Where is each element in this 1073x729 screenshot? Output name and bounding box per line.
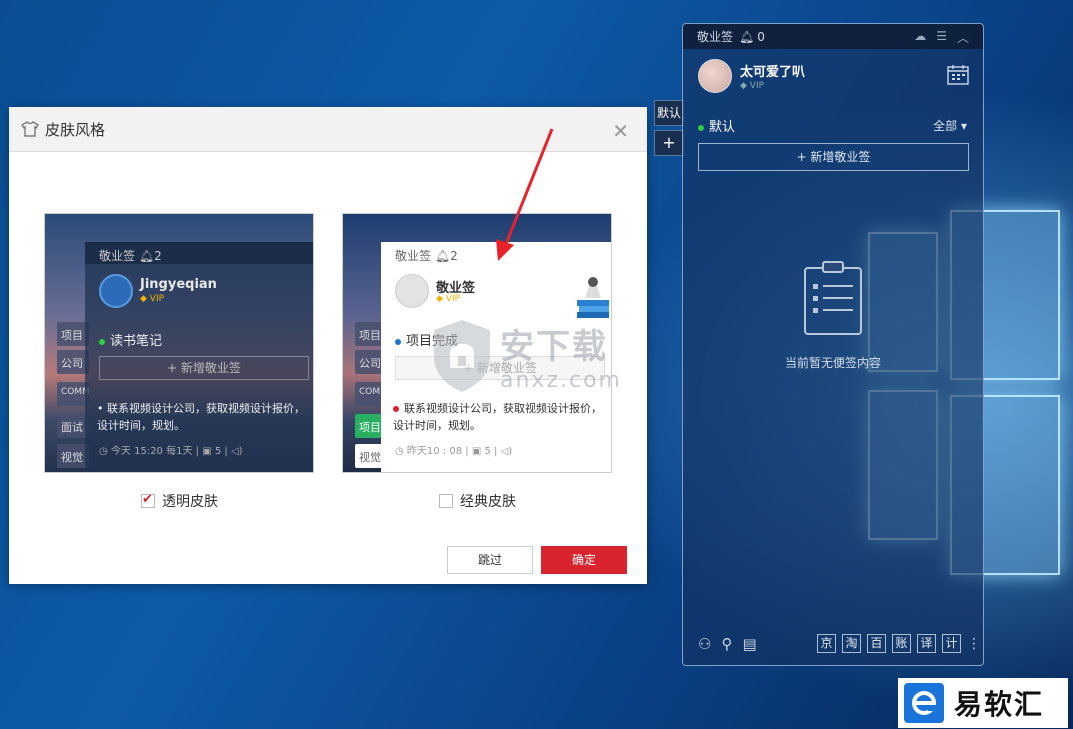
mini-new-button: + 新增敬业签 — [99, 356, 309, 380]
watermark-text: 安下载 anxz.com — [500, 319, 622, 393]
transparent-skin-label: 透明皮肤 — [162, 494, 218, 510]
mini-meta: ◷ 昨天10 : 08 | ▣ 5 | ◁) — [395, 446, 513, 457]
menu-icon[interactable]: ☰ — [936, 29, 947, 46]
mini-username: Jingyeqian — [140, 277, 217, 292]
calculator-shortcut-button[interactable]: 计 — [942, 634, 961, 653]
mini-panel: 敬业签 🔔︎2 Jingyeqian ◆ VIP 读书笔记 + 新增敬业签 • … — [85, 242, 313, 472]
image-icon: ▣ — [471, 446, 482, 457]
jingyeqian-widget: 敬业签 🔔︎ 0 ☁ ☰ ︿ 太可爱了叭 ◆ VIP 默认 全部 ▾ + 新增敬… — [682, 23, 984, 666]
filter-dropdown[interactable]: 全部 ▾ — [933, 117, 967, 134]
avatar[interactable] — [698, 59, 732, 93]
caret-down-icon: ▾ — [960, 119, 967, 133]
username: 太可爱了叭 — [740, 65, 806, 80]
skip-button[interactable]: 跳过 — [447, 546, 533, 574]
transparent-skin-preview[interactable]: 项目 公司 COMM 面试 视觉 敬业签 🔔︎2 Jingyeqian ◆ VI… — [44, 213, 314, 473]
bell-icon[interactable]: 🔔︎ — [739, 30, 754, 44]
status-dot — [698, 124, 704, 131]
calendar-icon[interactable] — [947, 65, 969, 85]
bell-icon: 🔔︎ — [138, 249, 155, 263]
ledger-shortcut-button[interactable]: 账 — [892, 634, 911, 653]
vip-badge: ◆ VIP — [140, 294, 165, 304]
status-dot — [393, 406, 399, 412]
classic-skin-label: 经典皮肤 — [460, 494, 516, 510]
avatar — [395, 274, 429, 308]
watermark-cn: 安下载 — [500, 327, 608, 367]
folder-name: 默认 — [709, 120, 736, 135]
brand-logo: 易软汇 — [898, 678, 1068, 728]
avatar — [99, 274, 133, 308]
jd-shortcut-button[interactable]: 京 — [817, 634, 836, 653]
status-dot — [395, 338, 401, 345]
bell-count: 2 — [154, 249, 162, 263]
mini-note: 联系视频设计公司，获取视频设计报价，设计时间，规划。 — [393, 402, 602, 432]
shield-icon — [434, 320, 490, 392]
e-logo-icon — [904, 683, 944, 723]
close-icon[interactable]: ✕ — [612, 119, 629, 143]
widget-toolbar-left: ⚇ ⚲ ▤ — [698, 635, 757, 653]
dialog-title: 皮肤风格 — [45, 120, 106, 139]
speaker-icon: ◁) — [230, 446, 243, 457]
speaker-icon: ◁) — [500, 446, 513, 457]
more-icon[interactable]: ⋮ — [967, 636, 981, 652]
classic-skin-checkbox[interactable] — [439, 494, 453, 508]
mini-meta: ◷ 今天 15:20 每1天 | ▣ 5 | ◁) — [99, 446, 243, 457]
clock-icon: ◷ — [99, 446, 108, 457]
confirm-button[interactable]: 确定 — [541, 546, 627, 574]
mini-app-name: 敬业签 — [99, 249, 136, 263]
classic-skin-option[interactable]: 经典皮肤 — [439, 491, 516, 511]
mini-header: 敬业签 🔔︎2 — [85, 242, 313, 264]
contacts-icon[interactable]: ⚇ — [698, 635, 711, 653]
side-tab-add[interactable]: + — [654, 130, 684, 156]
watermark-en: anxz.com — [500, 368, 622, 393]
mini-note: • 联系视频设计公司，获取视频设计报价，设计时间，规划。 — [97, 402, 305, 432]
translate-shortcut-button[interactable]: 译 — [917, 634, 936, 653]
baidu-shortcut-button[interactable]: 百 — [867, 634, 886, 653]
widget-window-controls: ☁ ☰ ︿ — [914, 29, 969, 46]
red-arrow-annotation — [496, 128, 554, 261]
transparent-skin-option[interactable]: 透明皮肤 — [141, 491, 218, 511]
clipboard-icon — [804, 261, 862, 335]
notepad-icon[interactable]: ▤ — [742, 635, 756, 653]
mini-app-name: 敬业签 — [395, 249, 432, 263]
bell-count: 2 — [450, 249, 458, 263]
brand-text: 易软汇 — [954, 688, 1045, 721]
status-dot — [99, 338, 105, 345]
cloud-sync-icon[interactable]: ☁ — [914, 29, 926, 46]
taobao-shortcut-button[interactable]: 淘 — [842, 634, 861, 653]
mini-folder: 读书笔记 — [99, 330, 162, 349]
vip-badge: ◆ VIP — [436, 294, 461, 304]
transparent-skin-checkbox[interactable] — [141, 492, 155, 508]
vip-badge: ◆ VIP — [740, 81, 765, 91]
folder-selector[interactable]: 默认 — [698, 116, 735, 135]
widget-app-name: 敬业签 — [697, 30, 734, 44]
shirt-icon — [21, 121, 39, 137]
new-note-button[interactable]: + 新增敬业签 — [698, 143, 969, 171]
book-stack-icon — [577, 277, 609, 318]
widget-toolbar-right: 京 淘 百 账 译 计 ⋮ — [817, 634, 981, 653]
empty-state-text: 当前暂无便签内容 — [784, 356, 881, 370]
bell-icon: 🔔︎ — [434, 249, 451, 263]
side-tab-default[interactable]: 默认 — [654, 100, 684, 126]
bell-count: 0 — [757, 29, 765, 44]
search-icon[interactable]: ⚲ — [721, 635, 732, 653]
collapse-icon[interactable]: ︿ — [957, 29, 969, 46]
clock-icon: ◷ — [395, 446, 404, 457]
watermark: 安下载 anxz.com — [430, 318, 622, 394]
image-icon: ▣ — [202, 446, 212, 457]
